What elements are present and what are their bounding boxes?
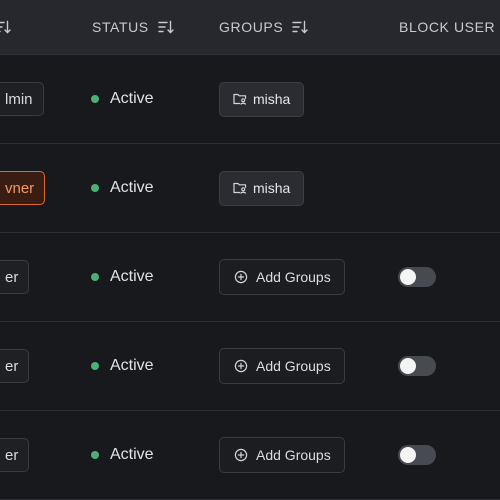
role-cell: er	[0, 233, 30, 321]
toggle-knob	[400, 447, 416, 463]
groups-cell: Add Groups	[219, 322, 345, 410]
sort-icon[interactable]	[292, 19, 308, 35]
table-row: lmin Active misha	[0, 55, 500, 144]
users-table: STATUS GROUPS BLOCK USER lmin Active mis…	[0, 0, 500, 500]
status-cell: Active	[91, 233, 154, 321]
role-cell: lmin	[0, 55, 44, 143]
block-user-cell	[398, 411, 436, 499]
group-label: misha	[253, 91, 291, 107]
table-body: lmin Active misha vner Active misha er A…	[0, 55, 500, 500]
sort-icon[interactable]	[158, 19, 174, 35]
groups-cell: misha	[219, 55, 305, 143]
status-cell: Active	[91, 322, 154, 410]
role-label: er	[5, 357, 19, 375]
status-dot-icon	[91, 184, 99, 192]
block-user-toggle[interactable]	[398, 356, 436, 376]
status-label: Active	[110, 268, 154, 285]
role-cell: er	[0, 322, 30, 410]
column-header-label: STATUS	[92, 19, 149, 35]
role-badge[interactable]: er	[0, 260, 30, 294]
status-indicator: Active	[91, 268, 154, 286]
toggle-knob	[400, 358, 416, 374]
block-user-cell	[398, 233, 436, 321]
plus-circle-icon	[234, 270, 248, 284]
group-label: misha	[253, 180, 291, 196]
column-header-role[interactable]	[0, 0, 11, 54]
status-dot-icon	[91, 451, 99, 459]
column-header-block-user[interactable]: BLOCK USER	[399, 0, 500, 54]
toggle-knob	[400, 269, 416, 285]
table-row: er Active Add Groups	[0, 411, 500, 500]
status-label: Active	[110, 179, 154, 196]
status-indicator: Active	[91, 357, 154, 375]
sort-icon[interactable]	[0, 19, 11, 35]
folder-user-icon	[233, 92, 247, 106]
group-chip[interactable]: misha	[219, 81, 305, 117]
table-row: er Active Add Groups	[0, 233, 500, 322]
status-cell: Active	[91, 55, 154, 143]
add-groups-label: Add Groups	[256, 447, 331, 463]
folder-user-icon	[233, 181, 247, 195]
add-groups-button[interactable]: Add Groups	[219, 259, 345, 295]
column-header-groups[interactable]: GROUPS	[219, 0, 308, 54]
plus-circle-icon	[234, 359, 248, 373]
groups-cell: Add Groups	[219, 233, 345, 321]
groups-cell: misha	[219, 144, 305, 232]
status-dot-icon	[91, 273, 99, 281]
role-cell: er	[0, 411, 30, 499]
status-label: Active	[110, 357, 154, 374]
role-badge[interactable]: er	[0, 438, 30, 472]
table-row: vner Active misha	[0, 144, 500, 233]
block-user-cell	[398, 322, 436, 410]
block-user-toggle[interactable]	[398, 445, 436, 465]
column-header-status[interactable]: STATUS	[92, 0, 174, 54]
status-label: Active	[110, 446, 154, 463]
role-badge[interactable]: lmin	[0, 82, 44, 116]
status-dot-icon	[91, 362, 99, 370]
role-badge[interactable]: er	[0, 349, 30, 383]
group-chip[interactable]: misha	[219, 170, 305, 206]
role-cell: vner	[0, 144, 46, 232]
status-cell: Active	[91, 144, 154, 232]
status-cell: Active	[91, 411, 154, 499]
status-dot-icon	[91, 95, 99, 103]
role-label: vner	[5, 179, 35, 197]
status-indicator: Active	[91, 90, 154, 108]
table-row: er Active Add Groups	[0, 322, 500, 411]
groups-cell: Add Groups	[219, 411, 345, 499]
column-header-label: GROUPS	[219, 19, 284, 35]
role-label: lmin	[5, 90, 33, 108]
add-groups-button[interactable]: Add Groups	[219, 437, 345, 473]
add-groups-label: Add Groups	[256, 358, 331, 374]
status-indicator: Active	[91, 179, 154, 197]
column-header-label: BLOCK USER	[399, 19, 496, 35]
add-groups-label: Add Groups	[256, 269, 331, 285]
plus-circle-icon	[234, 448, 248, 462]
table-header: STATUS GROUPS BLOCK USER	[0, 0, 500, 55]
block-user-toggle[interactable]	[398, 267, 436, 287]
status-indicator: Active	[91, 446, 154, 464]
role-label: er	[5, 446, 19, 464]
status-label: Active	[110, 90, 154, 107]
add-groups-button[interactable]: Add Groups	[219, 348, 345, 384]
role-badge[interactable]: vner	[0, 171, 46, 205]
role-label: er	[5, 268, 19, 286]
